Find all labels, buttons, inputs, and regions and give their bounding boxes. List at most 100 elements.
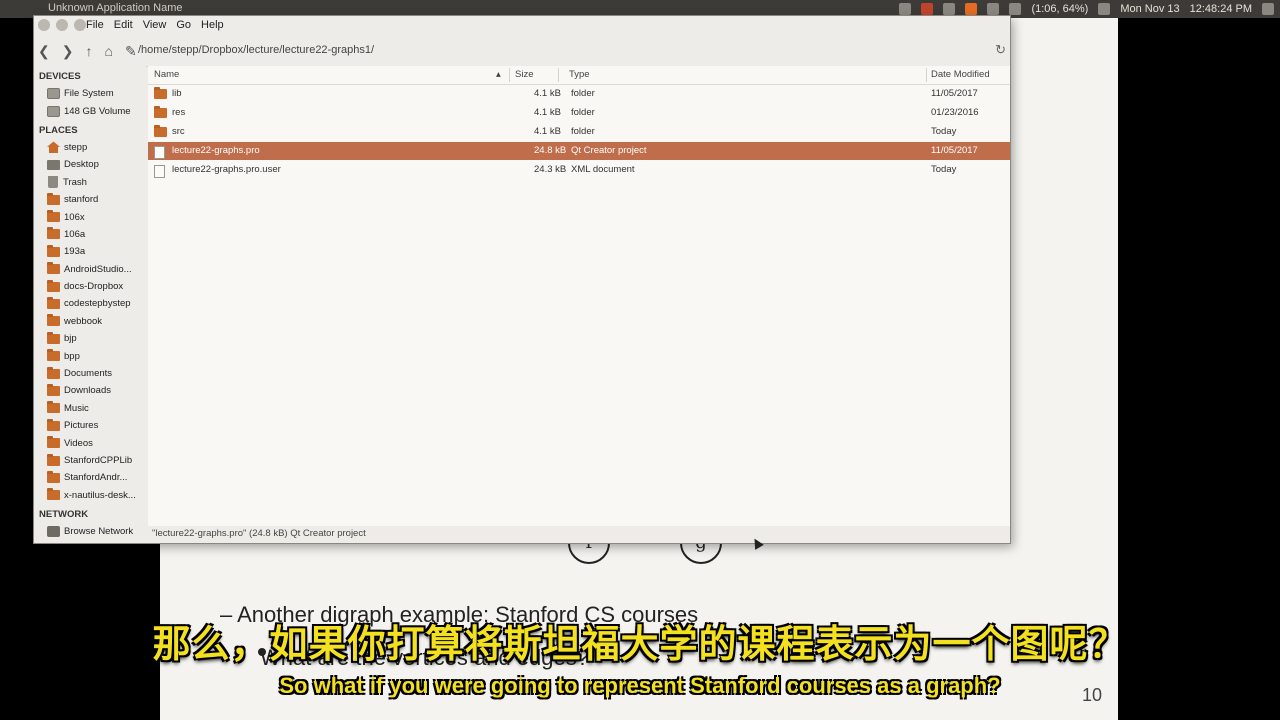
folder-icon bbox=[47, 210, 60, 223]
sort-ascending-icon[interactable]: ▴ bbox=[496, 69, 501, 80]
sidebar-item-label: Downloads bbox=[64, 385, 111, 397]
path-input[interactable]: /home/stepp/Dropbox/lecture/lecture22-gr… bbox=[138, 44, 374, 56]
sidebar-item-label: Videos bbox=[64, 437, 93, 449]
sidebar-item-trash[interactable]: Trash bbox=[34, 174, 146, 191]
sidebar-item-label: AndroidStudio... bbox=[64, 263, 132, 275]
subtitle-chinese: 那么，如果你打算将斯坦福大学的课程表示为一个图呢？ bbox=[152, 622, 1128, 666]
tray-keyboard-icon[interactable] bbox=[943, 3, 956, 15]
sidebar-item-148-gb-volume[interactable]: 148 GB Volume bbox=[34, 102, 146, 119]
file-list-view: Name ▴ Size Type Date Modified lib 4.1 kB… bbox=[148, 66, 1010, 526]
sidebar-item-file-system[interactable]: File System bbox=[34, 85, 146, 102]
home-icon bbox=[47, 141, 60, 154]
sidebar-item-label: StanfordCPPLib bbox=[64, 455, 133, 466]
tray-network-icon[interactable] bbox=[987, 3, 1000, 15]
file-size: 4.1 kB bbox=[534, 107, 561, 118]
sidebar-places-heading: PLACES bbox=[39, 124, 78, 136]
column-name[interactable]: Name bbox=[154, 69, 179, 80]
file-row[interactable]: lib 4.1 kB folder 11/05/2017 bbox=[148, 85, 1010, 103]
folder-icon bbox=[47, 296, 60, 309]
sidebar-item-label: stepp bbox=[64, 141, 88, 153]
sidebar-item-label: Pictures bbox=[64, 420, 99, 432]
sidebar-item-x-nautilus-desk[interactable]: x-nautilus-desk... bbox=[34, 487, 146, 504]
sidebar-item-106x[interactable]: 106x bbox=[34, 208, 146, 225]
trash-icon bbox=[48, 176, 58, 189]
close-window-icon[interactable] bbox=[38, 19, 50, 31]
file-size: 4.1 kB bbox=[534, 88, 561, 99]
settings-gear-icon[interactable] bbox=[1262, 3, 1274, 15]
network-icon bbox=[47, 526, 60, 538]
navigation-buttons: ❮ ❯ ↑ ⌂ ✎ bbox=[38, 43, 137, 60]
back-arrow-icon[interactable]: ❮ bbox=[38, 43, 50, 60]
menu-view[interactable]: View bbox=[143, 19, 167, 31]
file-type: folder bbox=[571, 88, 595, 99]
sidebar-item-label: docs-Dropbox bbox=[64, 281, 124, 293]
file-type: folder bbox=[571, 126, 595, 137]
file-row[interactable]: res 4.1 kB folder 01/23/2016 bbox=[148, 104, 1010, 122]
volume-icon[interactable] bbox=[1098, 3, 1111, 15]
column-date-modified[interactable]: Date Modified bbox=[931, 69, 990, 80]
sidebar-item-documents[interactable]: Documents bbox=[34, 365, 146, 382]
up-arrow-icon[interactable]: ↑ bbox=[85, 43, 92, 60]
sidebar-item-193a[interactable]: 193a bbox=[34, 243, 146, 260]
app-name: Unknown Application Name bbox=[48, 2, 183, 14]
file-size: 24.3 kB bbox=[534, 164, 567, 175]
folder-icon bbox=[47, 488, 60, 501]
home-icon[interactable]: ⌂ bbox=[104, 43, 112, 60]
sidebar-item-webbook[interactable]: webbook bbox=[34, 313, 146, 330]
sidebar-item-stanfordcpplib[interactable]: StanfordCPPLib bbox=[34, 452, 146, 469]
sidebar-item-label: Desktop bbox=[64, 159, 99, 171]
tray-updates-icon[interactable] bbox=[965, 3, 978, 15]
menu-file[interactable]: File bbox=[86, 19, 104, 31]
sidebar-item-bjp[interactable]: bjp bbox=[34, 330, 146, 347]
battery-status[interactable]: (1:06, 64%) bbox=[1031, 3, 1088, 15]
sidebar-item-pictures[interactable]: Pictures bbox=[34, 417, 146, 434]
sidebar-item-music[interactable]: Music bbox=[34, 400, 146, 417]
sidebar-item-downloads[interactable]: Downloads bbox=[34, 382, 146, 399]
sidebar-item-stanfordandr[interactable]: StanfordAndr... bbox=[34, 469, 146, 486]
menu-edit[interactable]: Edit bbox=[114, 19, 133, 31]
folder-icon bbox=[47, 349, 60, 362]
menu-items: File Edit View Go Help bbox=[86, 19, 224, 31]
menu-go[interactable]: Go bbox=[176, 19, 191, 31]
minimize-window-icon[interactable] bbox=[56, 19, 68, 31]
folder-icon bbox=[47, 227, 60, 240]
reload-icon[interactable]: ↻ bbox=[995, 42, 1006, 58]
sidebar-item-stanford[interactable]: stanford bbox=[34, 191, 146, 208]
folder-icon bbox=[47, 436, 60, 449]
sidebar-item-label: File System bbox=[64, 88, 114, 100]
maximize-window-icon[interactable] bbox=[74, 19, 86, 31]
file-type: Qt Creator project bbox=[571, 145, 647, 156]
file-row[interactable]: src 4.1 kB folder Today bbox=[148, 123, 1010, 141]
menu-help[interactable]: Help bbox=[201, 19, 224, 31]
tray-app-icon[interactable] bbox=[899, 3, 912, 15]
folder-icon bbox=[47, 418, 60, 431]
sidebar-item-label: StanfordAndr... bbox=[64, 472, 128, 484]
sidebar-item-androidstudio[interactable]: AndroidStudio... bbox=[34, 261, 146, 278]
sidebar-item-bpp[interactable]: bpp bbox=[34, 347, 146, 364]
sidebar-item-videos[interactable]: Videos bbox=[34, 434, 146, 451]
sidebar-item-label: bpp bbox=[64, 350, 80, 362]
sidebar-item-browse-network[interactable]: Browse Network bbox=[34, 523, 146, 540]
folder-icon bbox=[47, 314, 60, 327]
sidebar-item-106a[interactable]: 106a bbox=[34, 226, 146, 243]
sidebar-item-codestepbystep[interactable]: codestepbystep bbox=[34, 295, 146, 312]
tray-record-icon[interactable] bbox=[921, 3, 934, 15]
folder-icon bbox=[47, 279, 60, 292]
column-size[interactable]: Size bbox=[515, 69, 533, 80]
date-display[interactable]: Mon Nov 13 bbox=[1120, 3, 1179, 15]
clock-display[interactable]: 12:48:24 PM bbox=[1190, 3, 1252, 15]
file-date: 11/05/2017 bbox=[931, 88, 978, 99]
sidebar-item-stepp[interactable]: stepp bbox=[34, 139, 146, 156]
sidebar-item-label: x-nautilus-desk... bbox=[64, 489, 136, 501]
battery-icon[interactable] bbox=[1009, 3, 1022, 15]
file-name: lib bbox=[172, 88, 182, 99]
sidebar-item-desktop[interactable]: Desktop bbox=[34, 156, 146, 173]
forward-arrow-icon[interactable]: ❯ bbox=[62, 43, 74, 60]
file-row[interactable]: lecture22-graphs.pro 24.8 kB Qt Creator pr… bbox=[148, 142, 1010, 160]
column-type[interactable]: Type bbox=[569, 69, 590, 80]
status-text: "lecture22-graphs.pro" (24.8 kB) Qt Crea… bbox=[152, 528, 366, 539]
sidebar-item-label: codestepbystep bbox=[64, 298, 131, 310]
file-row[interactable]: lecture22-graphs.pro.user 24.3 kB XML docu… bbox=[148, 161, 1010, 179]
edit-path-icon[interactable]: ✎ bbox=[125, 43, 137, 60]
sidebar-item-docs-dropbox[interactable]: docs-Dropbox bbox=[34, 278, 146, 295]
